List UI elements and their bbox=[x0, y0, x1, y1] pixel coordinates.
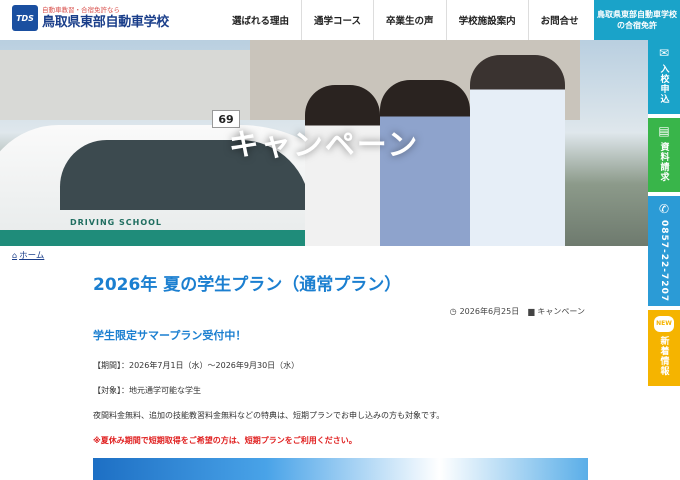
post-subheading: 学生限定サマープラン受付中！ bbox=[93, 329, 247, 342]
campaign-banner-image bbox=[93, 458, 588, 480]
campaign-body: 夜間料金無料、追加の技能教習料金無料などの特典は、短期プランでお申し込みの方も対… bbox=[93, 411, 445, 420]
car-lettering: DRIVING SCHOOL bbox=[70, 218, 163, 227]
post-category[interactable]: キャンペーン bbox=[537, 306, 585, 317]
campaign-period: 【期間】：2026年7月1日（水）〜2026年9月30日（水） bbox=[93, 361, 300, 370]
entry-application-button[interactable]: ✉ 入校申込 bbox=[648, 40, 680, 114]
camp-license-button[interactable]: 鳥取県東部自動車学校の合宿免許 bbox=[594, 0, 680, 40]
document-icon: ▤ bbox=[658, 124, 670, 138]
breadcrumb[interactable]: ⌂ ホーム bbox=[12, 249, 44, 262]
phone-button[interactable]: ✆ 0857-22-7207 bbox=[648, 196, 680, 306]
side-cta-column: ✉ 入校申込 ▤ 資料請求 ✆ 0857-22-7207 NEW 新着情報 bbox=[648, 40, 680, 390]
site-header: TDS 自動車教習・合宿免許なら 鳥取県東部自動車学校 選ばれる理由 通学コース… bbox=[0, 0, 680, 40]
nav-courses[interactable]: 通学コース bbox=[301, 0, 373, 40]
hero-banner: 69 DRIVING SCHOOL キャンペーン bbox=[0, 40, 648, 246]
news-button[interactable]: NEW 新着情報 bbox=[648, 310, 680, 386]
phone-number: 0857-22-7207 bbox=[659, 220, 669, 303]
logo-tagline: 自動車教習・合宿免許なら bbox=[42, 5, 120, 14]
nav-testimonials[interactable]: 卒業生の声 bbox=[373, 0, 446, 40]
request-brochure-button[interactable]: ▤ 資料請求 bbox=[648, 118, 680, 192]
news-label: 新着情報 bbox=[658, 336, 669, 376]
hero-person bbox=[305, 85, 380, 246]
logo-text: 自動車教習・合宿免許なら 鳥取県東部自動車学校 bbox=[42, 6, 169, 31]
folder-icon: ▆ bbox=[528, 307, 535, 316]
nav-reasons[interactable]: 選ばれる理由 bbox=[220, 0, 301, 40]
mail-icon: ✉ bbox=[658, 46, 670, 60]
nav-contact[interactable]: お問合せ bbox=[527, 0, 591, 40]
entry-label: 入校申込 bbox=[658, 64, 669, 104]
campaign-notice: ※夏休み期間で短期取得をご希望の方は、短期プランをご利用ください。 bbox=[93, 436, 357, 445]
phone-icon: ✆ bbox=[658, 202, 670, 216]
campaign-target: 【対象】：地元通学可能な学生 bbox=[93, 386, 201, 395]
logo-badge: TDS bbox=[12, 5, 38, 31]
post-title: 2026年 夏の学生プラン（通常プラン） bbox=[93, 275, 402, 295]
site-logo[interactable]: TDS 自動車教習・合宿免許なら 鳥取県東部自動車学校 bbox=[12, 5, 169, 31]
logo-name: 鳥取県東部自動車学校 bbox=[42, 14, 170, 30]
post-date: 2026年6月25日 bbox=[459, 307, 520, 316]
hero-title: キャンペーン bbox=[228, 128, 420, 163]
brochure-label: 資料請求 bbox=[658, 142, 669, 182]
home-icon: ⌂ bbox=[12, 250, 18, 260]
clock-icon: ◷ bbox=[449, 307, 457, 316]
nav-facilities[interactable]: 学校施設案内 bbox=[445, 0, 528, 40]
breadcrumb-home[interactable]: ホーム bbox=[19, 249, 44, 261]
main-nav: 選ばれる理由 通学コース 卒業生の声 学校施設案内 お問合せ bbox=[220, 0, 591, 40]
new-badge: NEW bbox=[654, 316, 674, 332]
post-meta: ◷ 2026年6月25日 ▆ キャンペーン bbox=[450, 306, 588, 317]
